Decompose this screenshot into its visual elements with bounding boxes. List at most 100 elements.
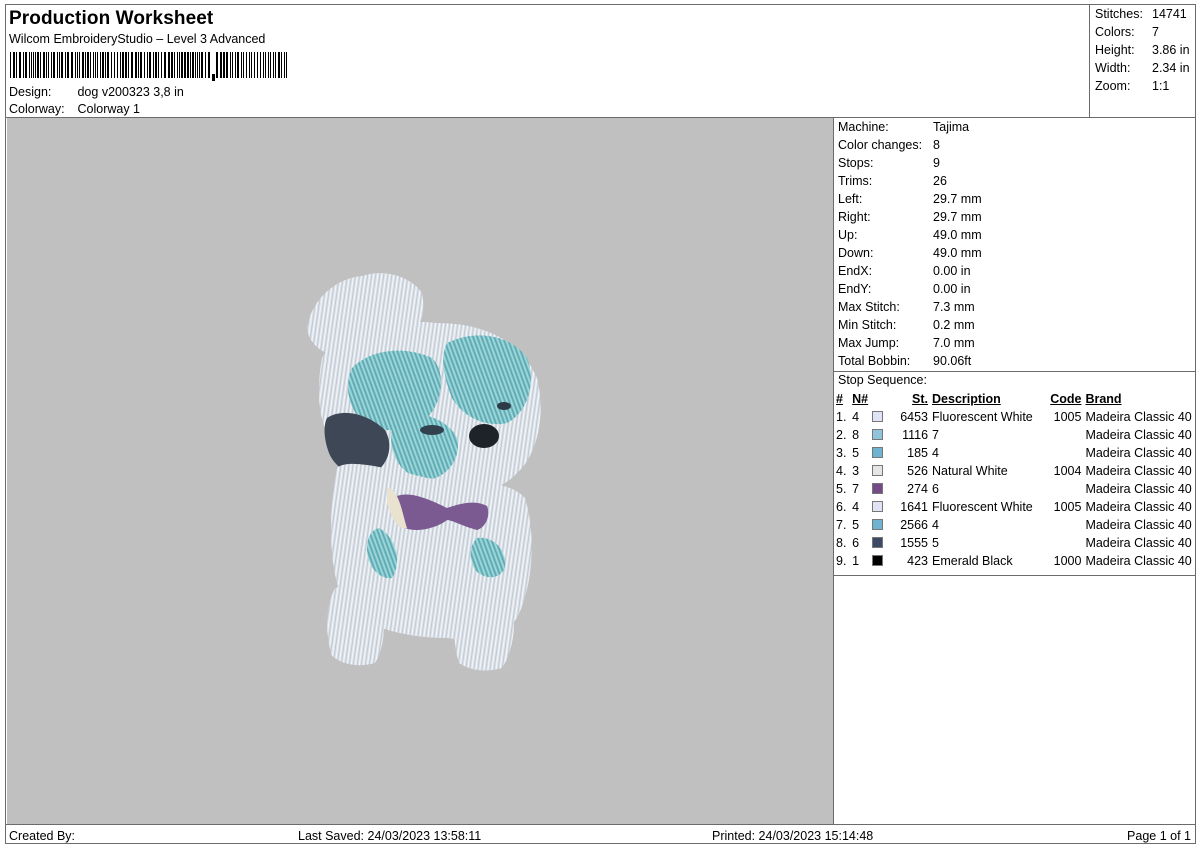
machine-info-value: 8 — [933, 138, 940, 152]
row-description: 5 — [932, 536, 939, 550]
colorway-label: Colorway: — [9, 102, 65, 116]
col-header-index: # — [836, 392, 843, 406]
row-stitches: 185 — [907, 446, 929, 460]
stop-sequence-row: 6. 4 1641 Fluorescent White 1005 Madeira Clas… — [836, 498, 1195, 516]
color-swatch — [871, 465, 883, 476]
row-description: Natural White — [932, 464, 1008, 478]
color-swatch — [871, 519, 883, 530]
machine-info-row: Trims: 26 — [838, 174, 947, 188]
color-swatch — [871, 447, 883, 458]
row-code: 1005 — [1053, 500, 1082, 514]
stop-sequence-row: 9. 1 423 Emerald Black 1000 Madeira Classic 4… — [836, 552, 1195, 570]
machine-info-value: 0.2 mm — [933, 318, 975, 332]
color-swatch — [871, 429, 883, 440]
machine-info-row: Stops: 9 — [838, 156, 940, 170]
machine-info-row: EndY: 0.00 in — [838, 282, 971, 296]
row-brand: Madeira Classic 40 — [1085, 428, 1192, 442]
row-brand: Madeira Classic 40 — [1085, 554, 1192, 568]
machine-info-row: Total Bobbin: 90.06ft — [838, 354, 971, 368]
machine-info-row: EndX: 0.00 in — [838, 264, 971, 278]
machine-info-value: 9 — [933, 156, 940, 170]
machine-info-row: Down: 49.0 mm — [838, 246, 982, 260]
design-row: Design: dog v200323 3,8 in — [9, 85, 184, 99]
col-header-brand: Brand — [1085, 392, 1122, 406]
page-number: Page 1 of 1 — [1127, 829, 1191, 843]
machine-info-value: 7.3 mm — [933, 300, 975, 314]
machine-info-panel: Machine: Tajima Color changes: 8 Stops: 9 Trim… — [834, 118, 1195, 824]
dog-embroidery-image — [307, 273, 541, 671]
col-header-description: Description — [932, 392, 1001, 406]
stat-label: Width: — [1095, 61, 1131, 75]
machine-info-label: Color changes: — [838, 138, 923, 152]
color-swatch — [871, 555, 883, 566]
machine-info-row: Right: 29.7 mm — [838, 210, 982, 224]
row-description: 4 — [932, 518, 939, 532]
row-code: 1005 — [1053, 410, 1082, 424]
row-needle: 8 — [852, 428, 860, 442]
row-brand: Madeira Classic 40 — [1085, 518, 1192, 532]
stop-sequence-row: 1. 4 6453 Fluorescent White 1005 Madeira Clas… — [836, 408, 1195, 426]
row-stitches: 526 — [907, 464, 929, 478]
row-code — [1047, 516, 1086, 534]
info-divider — [834, 371, 1195, 372]
row-code — [1047, 426, 1086, 444]
row-brand: Madeira Classic 40 — [1085, 482, 1192, 496]
stop-sequence-row: 8. 6 1555 5 Madeira Classic 40 — [836, 534, 1195, 552]
last-saved-label: Last Saved: 24/03/2023 13:58:11 — [298, 829, 482, 843]
machine-info-value: 0.00 in — [933, 264, 971, 278]
machine-info-label: Left: — [838, 192, 863, 206]
row-stitches: 1555 — [900, 536, 929, 550]
row-description: Fluorescent White — [932, 410, 1033, 424]
stat-value: 1:1 — [1152, 79, 1170, 93]
machine-info-row: Max Stitch: 7.3 mm — [838, 300, 975, 314]
row-code — [1047, 480, 1086, 498]
stat-value: 3.86 in — [1152, 43, 1190, 57]
row-color-swatch — [871, 552, 886, 570]
page-title: Production Worksheet — [9, 8, 214, 29]
software-label: Wilcom EmbroideryStudio – Level 3 Advanc… — [9, 32, 266, 46]
row-stitches: 2566 — [900, 518, 929, 532]
row-index: 1. — [836, 410, 847, 424]
stat-value: 2.34 in — [1152, 61, 1190, 75]
machine-info-value: Tajima — [933, 120, 970, 134]
row-code — [1047, 534, 1086, 552]
table-bottom-divider — [834, 575, 1195, 576]
machine-info-label: Min Stitch: — [838, 318, 897, 332]
row-color-swatch — [871, 498, 886, 516]
row-brand: Madeira Classic 40 — [1085, 500, 1192, 514]
stat-label: Height: — [1095, 43, 1135, 57]
row-index: 4. — [836, 464, 847, 478]
machine-info-label: EndY: — [838, 282, 872, 296]
row-color-swatch — [871, 516, 886, 534]
row-index: 9. — [836, 554, 847, 568]
row-brand: Madeira Classic 40 — [1085, 464, 1192, 478]
stop-sequence-row: 3. 5 185 4 Madeira Classic 40 — [836, 444, 1195, 462]
stop-sequence-row: 7. 5 2566 4 Madeira Classic 40 — [836, 516, 1195, 534]
stat-value: 14741 — [1152, 7, 1187, 21]
row-index: 2. — [836, 428, 847, 442]
worksheet-footer: Created By: Last Saved: 24/03/2023 13:58… — [6, 824, 1195, 845]
machine-info-row: Up: 49.0 mm — [838, 228, 982, 242]
row-description: 7 — [932, 428, 939, 442]
row-brand: Madeira Classic 40 — [1085, 536, 1192, 550]
design-preview-canvas — [7, 118, 834, 824]
design-stats: Stitches: 14741 Colors: 7 Height: 3.86 in W… — [1089, 5, 1195, 117]
colorway-value: Colorway 1 — [77, 102, 141, 116]
row-code: 1000 — [1053, 554, 1082, 568]
stat-zoom: Zoom: 1:1 — [1095, 79, 1169, 93]
row-index: 3. — [836, 446, 847, 460]
worksheet: Production Worksheet Wilcom EmbroiderySt… — [5, 4, 1196, 844]
stop-sequence-header-row: # N# St. Description Code Brand — [836, 390, 1195, 408]
stat-label: Stitches: — [1095, 7, 1143, 21]
machine-info-row: Max Jump: 7.0 mm — [838, 336, 975, 350]
barcode — [10, 52, 287, 81]
row-color-swatch — [871, 480, 886, 498]
row-needle: 3 — [852, 464, 860, 478]
design-value: dog v200323 3,8 in — [77, 85, 184, 99]
machine-info-label: Right: — [838, 210, 871, 224]
row-needle: 6 — [852, 536, 860, 550]
row-needle: 7 — [852, 482, 860, 496]
row-code — [1047, 444, 1086, 462]
row-needle: 5 — [852, 446, 860, 460]
stat-height: Height: 3.86 in — [1095, 43, 1190, 57]
